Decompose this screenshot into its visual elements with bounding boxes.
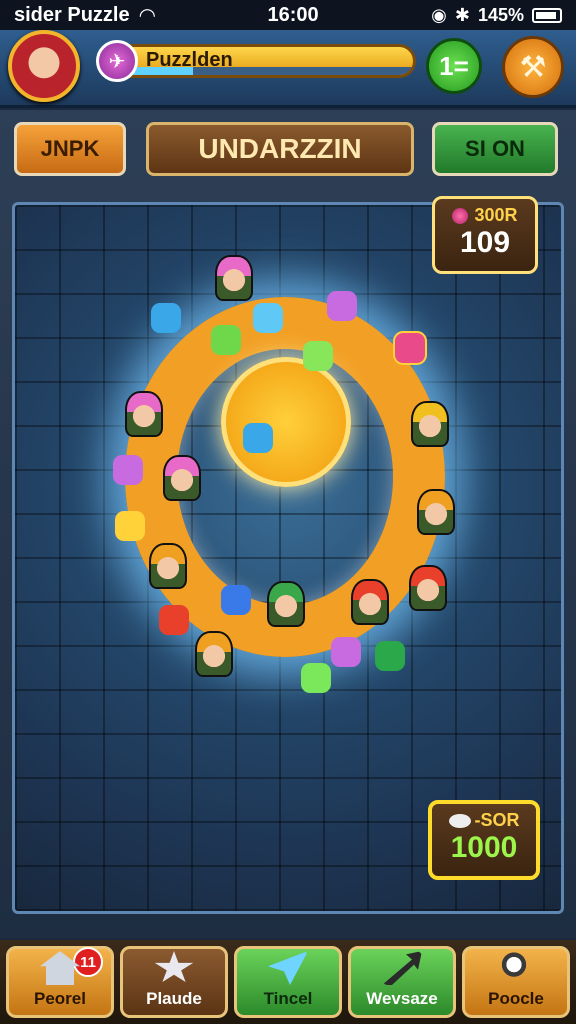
nav-star-button[interactable]: Plaude bbox=[120, 946, 228, 1018]
score-top-value: 109 bbox=[459, 226, 511, 259]
notification-badge: 11 bbox=[73, 947, 103, 977]
paper-plane-icon bbox=[268, 951, 308, 985]
character[interactable] bbox=[149, 543, 187, 589]
puzzle-piece[interactable] bbox=[301, 663, 331, 693]
tab-right[interactable]: SI ON bbox=[432, 122, 558, 176]
search-icon bbox=[496, 951, 536, 985]
gem-icon bbox=[452, 208, 469, 225]
puzzle-piece[interactable] bbox=[327, 291, 357, 321]
bluetooth-icon: ✱ bbox=[454, 4, 470, 25]
score-bottom-value: 1000 bbox=[450, 831, 518, 864]
character[interactable] bbox=[411, 401, 449, 447]
character[interactable] bbox=[163, 455, 201, 501]
puzzle-piece[interactable] bbox=[115, 511, 145, 541]
coin-icon bbox=[448, 814, 471, 829]
puzzle-piece[interactable] bbox=[221, 585, 251, 615]
arrow-icon bbox=[382, 951, 422, 985]
tab-left[interactable]: JNPK bbox=[14, 122, 126, 176]
character[interactable] bbox=[195, 631, 233, 677]
puzzle-piece[interactable] bbox=[211, 325, 241, 355]
puzzle-piece[interactable] bbox=[243, 423, 273, 453]
puzzle-piece[interactable] bbox=[159, 605, 189, 635]
nav-label: Plaude bbox=[146, 989, 202, 1008]
battery-icon bbox=[531, 7, 562, 23]
nav-send-button[interactable]: Tincel bbox=[234, 946, 342, 1018]
hammer-button[interactable]: ⚒ bbox=[502, 36, 564, 98]
page-title: UNDARZZIN bbox=[146, 122, 414, 176]
score-box-top: 300R 109 bbox=[432, 196, 538, 274]
nav-arrow-button[interactable]: Wevsaze bbox=[348, 946, 456, 1018]
plane-icon: ✈ bbox=[96, 40, 138, 82]
character[interactable] bbox=[409, 565, 447, 611]
puzzle-piece[interactable] bbox=[151, 303, 181, 333]
score-box-bottom: -SOR 1000 bbox=[428, 800, 540, 880]
app-name: sider Puzzle bbox=[14, 3, 130, 26]
score-bottom-label: -SOR bbox=[474, 810, 520, 830]
gift-box-icon[interactable] bbox=[393, 331, 427, 365]
green-menu-button[interactable]: 1= bbox=[426, 38, 482, 94]
game-header: ✈ Puzzlden 1= ⚒ bbox=[0, 30, 576, 108]
bottom-nav: 11 Peorel Plaude Tincel Wevsaze Poocle bbox=[0, 940, 576, 1024]
character[interactable] bbox=[125, 391, 163, 437]
wifi-icon: ◠ bbox=[139, 4, 155, 27]
player-avatar[interactable] bbox=[8, 30, 80, 102]
puzzle-piece[interactable] bbox=[303, 341, 333, 371]
level-progress-bar bbox=[96, 44, 416, 78]
nav-home-button[interactable]: 11 Peorel bbox=[6, 946, 114, 1018]
nav-label: Tincel bbox=[263, 989, 313, 1008]
nav-label: Peorel bbox=[34, 989, 86, 1008]
battery-percent: 145% bbox=[477, 4, 524, 25]
nav-label: Poocle bbox=[488, 989, 544, 1008]
puzzle-piece[interactable] bbox=[331, 637, 361, 667]
puzzle-piece[interactable] bbox=[253, 303, 283, 333]
center-coin bbox=[221, 357, 351, 487]
level-label: Puzzlden bbox=[146, 49, 233, 71]
puzzle-piece[interactable] bbox=[113, 455, 143, 485]
alarm-icon: ◉ bbox=[431, 4, 447, 25]
clock: 16:00 bbox=[267, 3, 319, 26]
status-bar: sider Puzzle ◠ 16:00 ◉ ✱ 145% bbox=[0, 0, 576, 30]
hammer-icon: ⚒ bbox=[519, 50, 547, 84]
score-top-label: 300R bbox=[474, 205, 518, 225]
character[interactable] bbox=[351, 579, 389, 625]
nav-label: Wevsaze bbox=[366, 989, 438, 1008]
star-icon bbox=[154, 951, 194, 982]
character[interactable] bbox=[267, 581, 305, 627]
character[interactable] bbox=[215, 255, 253, 301]
puzzle-piece[interactable] bbox=[375, 641, 405, 671]
nav-search-button[interactable]: Poocle bbox=[462, 946, 570, 1018]
character[interactable] bbox=[417, 489, 455, 535]
